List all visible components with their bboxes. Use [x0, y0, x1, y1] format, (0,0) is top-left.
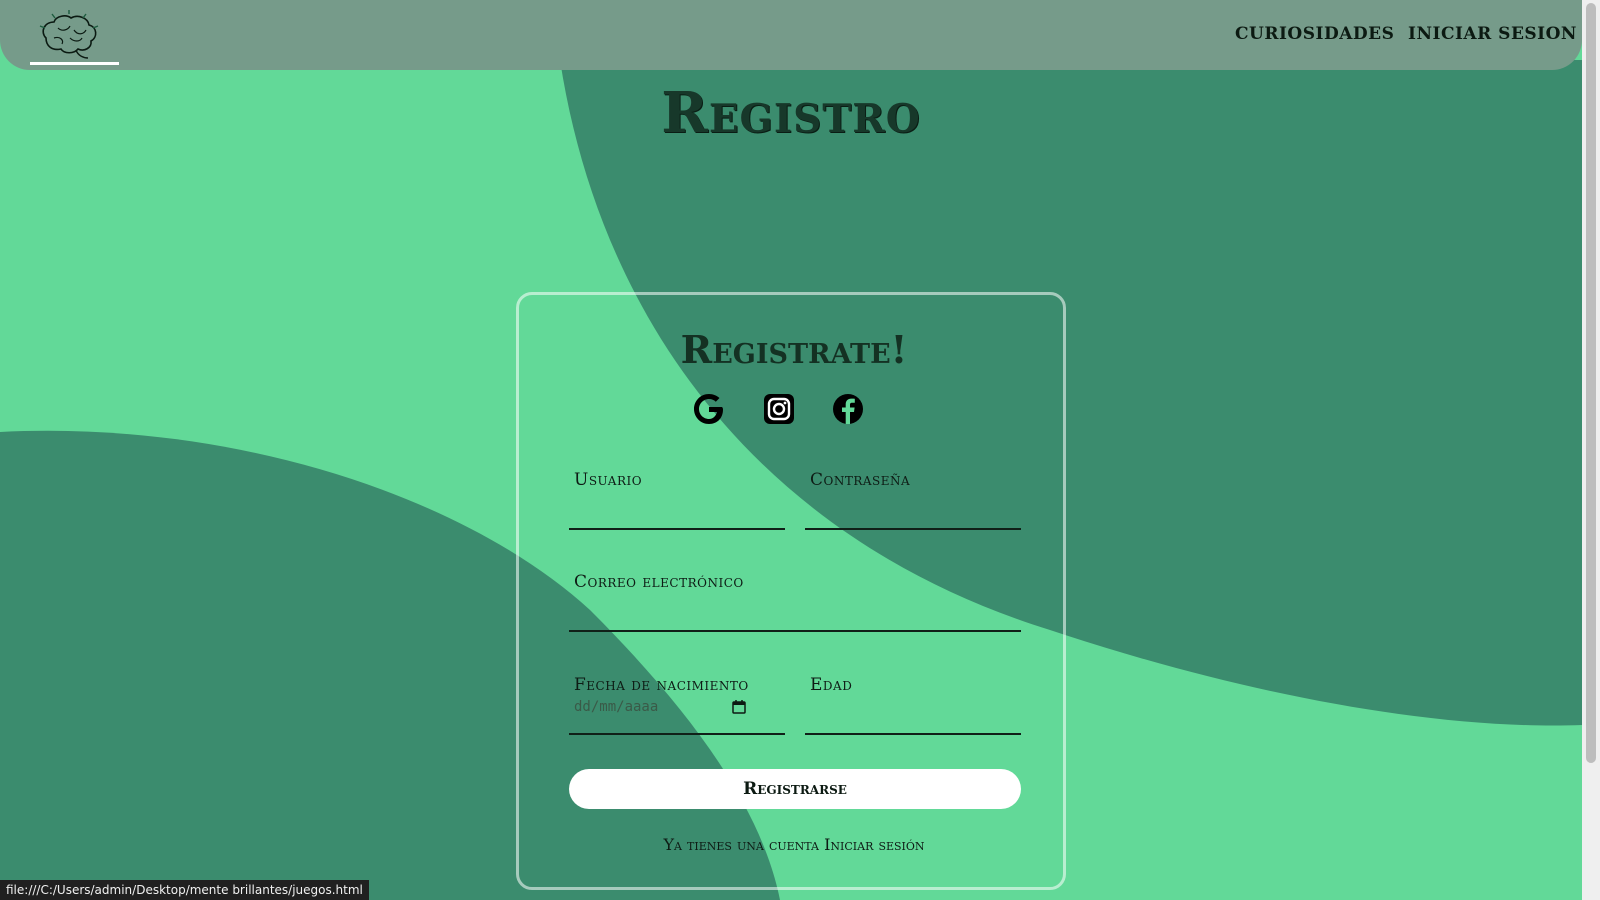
scrollbar-thumb[interactable] — [1586, 3, 1596, 763]
calendar-icon[interactable] — [731, 699, 747, 715]
register-form-card: Registrate! Usuario Contraseña Correo el… — [516, 292, 1066, 890]
correo-label: Correo electrónico — [574, 572, 744, 592]
nav-link-curiosidades[interactable]: CURIOSIDADES — [1235, 24, 1394, 44]
top-navbar: CURIOSIDADES INICIAR SESION — [0, 0, 1582, 70]
edad-field[interactable]: Edad — [805, 675, 1021, 735]
contrasena-underline — [805, 528, 1021, 530]
edad-label: Edad — [810, 675, 853, 695]
usuario-label: Usuario — [574, 470, 643, 490]
correo-field[interactable]: Correo electrónico — [569, 572, 1021, 632]
registrarse-button[interactable]: Registrarse — [569, 769, 1021, 809]
fecha-nacimiento-input[interactable]: dd/mm/aaaa — [574, 699, 658, 715]
fecha-nacimiento-field[interactable]: Fecha de nacimiento dd/mm/aaaa — [569, 675, 785, 735]
usuario-underline — [569, 528, 785, 530]
nav-link-iniciar-sesion[interactable]: INICIAR SESION — [1408, 24, 1577, 44]
vertical-scrollbar[interactable] — [1582, 0, 1600, 900]
google-icon[interactable] — [691, 391, 727, 427]
contrasena-input[interactable] — [809, 498, 1017, 516]
contrasena-field[interactable]: Contraseña — [805, 470, 1021, 530]
page-title: Registro — [661, 80, 921, 146]
contrasena-label: Contraseña — [810, 470, 911, 490]
fecha-nacimiento-label: Fecha de nacimiento — [574, 675, 749, 695]
login-prompt-text: Ya tienes una cuenta — [663, 835, 819, 854]
form-title: Registrate! — [680, 327, 908, 372]
correo-input[interactable] — [573, 600, 1017, 618]
correo-underline — [569, 630, 1021, 632]
usuario-input[interactable] — [573, 498, 781, 516]
instagram-icon[interactable] — [761, 391, 797, 427]
edad-input[interactable] — [809, 703, 1017, 721]
brain-logo-icon[interactable] — [34, 8, 104, 60]
edad-underline — [805, 733, 1021, 735]
facebook-icon[interactable] — [830, 391, 866, 427]
fecha-nacimiento-underline — [569, 733, 785, 735]
iniciar-sesion-link[interactable]: Iniciar sesión — [824, 835, 924, 854]
active-nav-underline — [30, 62, 119, 65]
status-bar-url: file:///C:/Users/admin/Desktop/mente bri… — [0, 880, 369, 900]
login-prompt: Ya tienes una cuenta Iniciar sesión — [519, 835, 1069, 854]
usuario-field[interactable]: Usuario — [569, 470, 785, 530]
